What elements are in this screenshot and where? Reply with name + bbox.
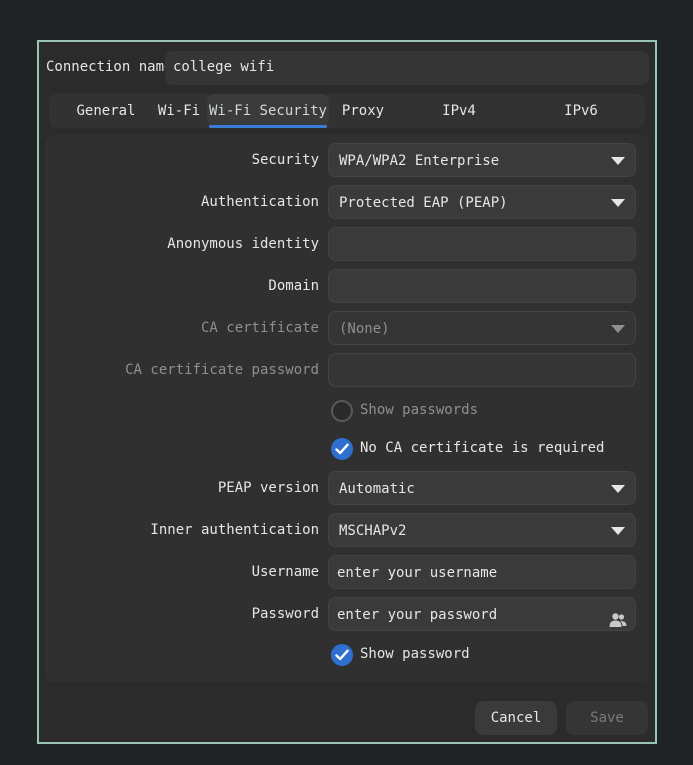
domain-label: Domain: [268, 278, 319, 294]
security-value: WPA/WPA2 Enterprise: [339, 153, 500, 169]
password-label: Password: [251, 606, 319, 622]
security-panel: Security WPA/WPA2 Enterprise Authenticat…: [45, 135, 649, 682]
authentication-dropdown[interactable]: Protected EAP (PEAP): [328, 185, 636, 219]
connection-editor-dialog: Connection name college wifi General Wi-…: [37, 40, 657, 744]
show-password-label: Show password: [360, 646, 470, 662]
authentication-value: Protected EAP (PEAP): [339, 195, 508, 211]
domain-input[interactable]: [328, 269, 636, 303]
checkmark-icon: [331, 438, 353, 460]
security-label: Security: [251, 152, 319, 168]
anonymous-identity-input[interactable]: [328, 227, 636, 261]
ca-certificate-value: (None): [339, 321, 390, 337]
peap-version-value: Automatic: [339, 481, 415, 497]
authentication-label: Authentication: [200, 194, 319, 210]
inner-authentication-label: Inner authentication: [150, 522, 319, 538]
save-button[interactable]: Save: [566, 701, 648, 735]
tab-proxy[interactable]: Proxy: [335, 94, 391, 128]
password-placeholder: enter your password: [337, 607, 498, 623]
peap-version-dropdown[interactable]: Automatic: [328, 471, 636, 505]
tab-general[interactable]: General: [61, 94, 151, 128]
no-ca-certificate-label: No CA certificate is required: [360, 440, 605, 456]
checkmark-icon: [331, 644, 353, 666]
inner-authentication-dropdown[interactable]: MSCHAPv2: [328, 513, 636, 547]
user-group-icon[interactable]: [609, 607, 627, 641]
tab-ipv4-settings[interactable]: IPv4 Settings: [405, 94, 513, 153]
ca-certificate-password-input[interactable]: [328, 353, 636, 387]
ca-certificate-dropdown[interactable]: (None): [328, 311, 636, 345]
chevron-down-icon: [611, 157, 625, 165]
password-input[interactable]: enter your password: [328, 597, 636, 631]
ca-certificate-label: CA certificate: [200, 320, 319, 336]
tab-bar: General Wi-Fi Wi-Fi Security Proxy IPv4 …: [49, 94, 645, 153]
inner-authentication-value: MSCHAPv2: [339, 523, 407, 539]
tab-wifi[interactable]: Wi-Fi: [151, 94, 207, 128]
ca-certificate-password-label: CA certificate password: [125, 362, 319, 378]
chevron-down-icon: [611, 485, 625, 493]
chevron-down-icon: [611, 199, 625, 207]
connection-name-label: Connection name: [46, 59, 173, 75]
username-label: Username: [251, 564, 319, 580]
chevron-down-icon: [611, 325, 625, 333]
chevron-down-icon: [611, 527, 625, 535]
tab-wifi-security[interactable]: Wi-Fi Security: [207, 94, 329, 128]
connection-name-input[interactable]: college wifi: [165, 51, 649, 85]
username-input[interactable]: enter your username: [328, 555, 636, 589]
tab-ipv6-settings[interactable]: IPv6 Settings: [527, 94, 635, 153]
anonymous-identity-label: Anonymous identity: [167, 236, 319, 252]
security-dropdown[interactable]: WPA/WPA2 Enterprise: [328, 143, 636, 177]
peap-version-label: PEAP version: [217, 480, 319, 496]
cancel-button[interactable]: Cancel: [475, 701, 557, 735]
unchecked-circle-icon: [331, 400, 353, 422]
show-passwords-label: Show passwords: [360, 402, 479, 418]
